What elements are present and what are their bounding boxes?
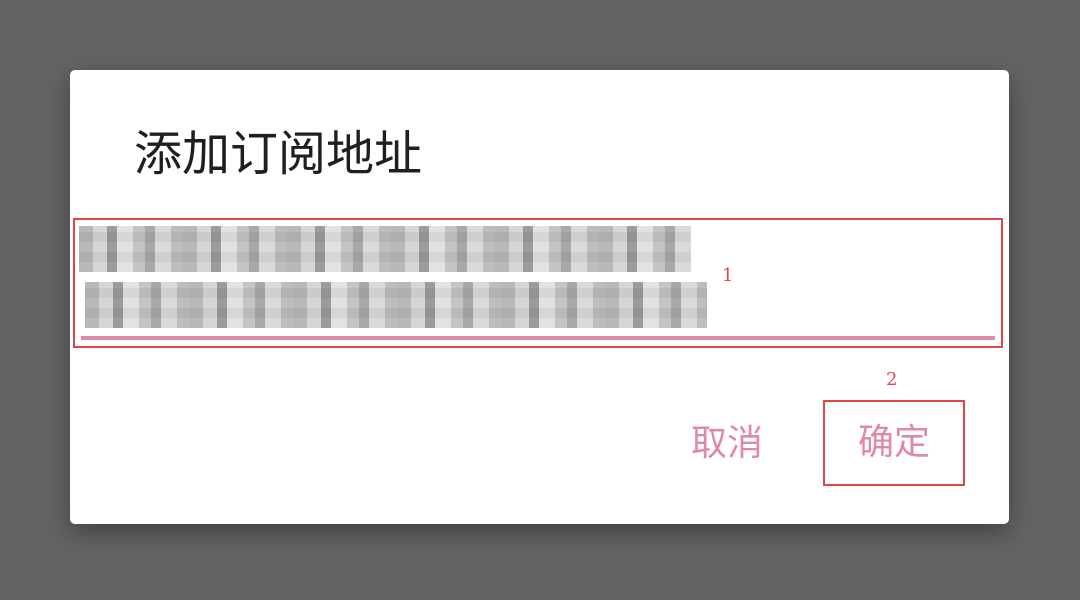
redacted-text-line — [79, 226, 691, 272]
redacted-text-line — [85, 282, 707, 328]
dialog-title: 添加订阅地址 — [134, 126, 423, 182]
subscription-url-input[interactable] — [73, 218, 1003, 348]
add-subscription-dialog: 添加订阅地址 1 2 取消 确定 — [70, 70, 1009, 524]
cancel-button[interactable]: 取消 — [682, 420, 772, 468]
confirm-button[interactable]: 确定 — [823, 400, 965, 486]
annotation-marker-1: 1 — [722, 265, 734, 286]
input-underline — [81, 336, 995, 340]
redacted-url-text — [79, 226, 719, 334]
annotation-marker-2: 2 — [886, 369, 898, 390]
